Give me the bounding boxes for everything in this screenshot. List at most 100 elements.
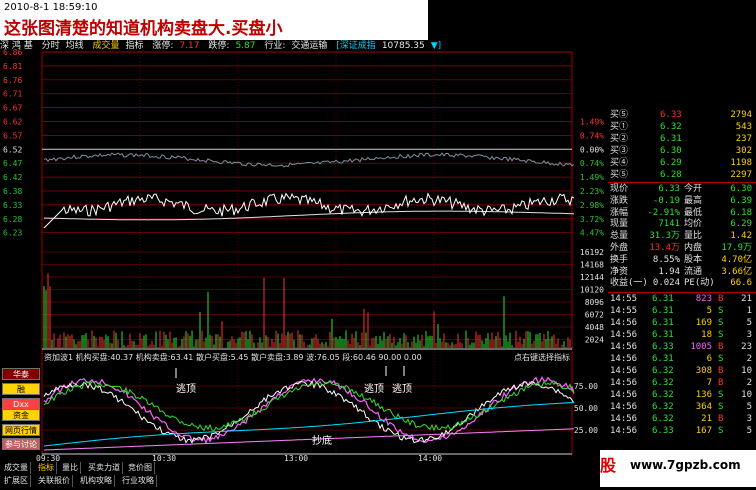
tick-volume: 308 — [695, 366, 712, 376]
bid-row[interactable]: 买④ 6.29 1198 — [608, 158, 756, 169]
bid-row[interactable]: 买⑤ 6.33 2794 — [608, 110, 756, 121]
tick-count: 1 — [746, 306, 752, 316]
avg-line-label[interactable]: 均线 — [66, 41, 84, 51]
bid-volume: 543 — [735, 122, 752, 132]
tick-count: 5 — [746, 318, 752, 328]
tick-time: 14:56 — [610, 354, 638, 364]
volume-label[interactable]: 成交量 — [93, 41, 120, 51]
time-axis-label: 13:00 — [284, 454, 308, 463]
percent-axis-label: 0.74% — [580, 159, 604, 168]
tick-volume: 136 — [695, 390, 712, 400]
tick-row[interactable]: 14:56 6.33 1005 B 23 — [608, 342, 756, 353]
bid-label: 买③ — [610, 146, 629, 156]
tick-row[interactable]: 14:56 6.33 167 S 5 — [608, 426, 756, 437]
volume-axis-label: 14168 — [580, 261, 604, 270]
tick-volume: 169 — [695, 318, 712, 328]
tick-row[interactable]: 14:56 6.32 308 B 10 — [608, 366, 756, 377]
volume-axis-label: 16192 — [580, 248, 604, 257]
sidebar-button-huatai[interactable]: 华泰 — [2, 368, 40, 380]
price-axis-label: 6.57 — [3, 131, 22, 140]
industry-value[interactable]: 交通运输 — [291, 41, 327, 51]
stat-value: 17.9万 — [721, 243, 752, 253]
tab-extension[interactable]: 扩展区 — [2, 475, 31, 487]
bid-row[interactable]: 买② 6.31 237 — [608, 134, 756, 145]
stat-value: 4.70亿 — [721, 254, 752, 265]
tab-volume[interactable]: 成交量 — [2, 462, 31, 474]
sidebar-button-margin[interactable]: 融 — [2, 383, 40, 395]
stat-row[interactable]: 涨跌 -0.19 最高 6.39 — [608, 196, 756, 207]
tick-time: 14:56 — [610, 426, 638, 436]
tick-volume: 7 — [706, 378, 712, 388]
tick-row[interactable]: 14:56 6.31 6 S 2 — [608, 354, 756, 365]
stat-row[interactable]: 涨幅 -2.91% 最低 6.18 — [608, 208, 756, 219]
price-axis-label: 6.76 — [3, 76, 22, 85]
percent-axis-label: 3.72% — [580, 215, 604, 224]
stat-label: 内盘 — [684, 243, 703, 253]
stat-value: 0.024 — [652, 278, 680, 289]
tick-direction: B — [718, 294, 724, 304]
tick-row[interactable]: 14:56 6.32 364 S 5 — [608, 402, 756, 413]
stat-value: -2.91% — [647, 207, 680, 218]
tick-direction: S — [718, 306, 724, 316]
bid-row[interactable]: 买① 6.32 543 — [608, 122, 756, 133]
tick-direction: S — [718, 354, 724, 364]
index-name[interactable]: [深证成指 — [336, 41, 376, 51]
sidebar-button-web-quote[interactable]: 网页行情 — [2, 424, 40, 436]
indicator-item: 机构买盘:40.37 — [75, 353, 134, 362]
stat-row[interactable]: 净资 1.94 流通 3.66亿 — [608, 267, 756, 278]
tick-direction: B — [718, 366, 724, 376]
tick-count: 5 — [746, 402, 752, 412]
stat-row[interactable]: 外盘 13.4万 内盘 17.9万 — [608, 243, 756, 254]
tab-industry-guide[interactable]: 行业攻略 — [120, 475, 157, 487]
tick-time: 14:55 — [610, 294, 638, 304]
tick-time: 14:56 — [610, 342, 638, 352]
tick-row[interactable]: 14:55 6.31 5 S 1 — [608, 306, 756, 317]
stat-row[interactable]: 总量 31.3万 量比 1.42 — [608, 231, 756, 242]
tick-direction: B — [718, 342, 724, 352]
tick-volume: 5 — [706, 306, 712, 316]
limit-up-label: 涨停: — [152, 41, 174, 51]
tab-buy-sell-force[interactable]: 买卖力道 — [86, 462, 123, 474]
tick-count: 2 — [746, 378, 752, 388]
tick-row[interactable]: 14:56 6.31 169 S 5 — [608, 318, 756, 329]
tab-institution-guide[interactable]: 机构攻略 — [78, 475, 115, 487]
stat-value: 6.30 — [730, 184, 752, 194]
tick-row[interactable]: 14:56 6.31 18 S 3 — [608, 330, 756, 341]
tick-volume: 1005 — [690, 342, 712, 352]
stat-label: 今开 — [684, 184, 703, 194]
stat-row[interactable]: 现价 6.33 今开 6.30 — [608, 184, 756, 195]
tick-direction: S — [718, 426, 724, 436]
stat-label: 外盘 — [610, 243, 629, 253]
stat-value: 31.3万 — [649, 231, 680, 242]
tab-auction[interactable]: 竞价图 — [126, 462, 155, 474]
stat-label: 最高 — [684, 195, 703, 206]
tick-direction: S — [718, 330, 724, 340]
indicator-label[interactable]: 指标 — [126, 41, 144, 51]
percent-axis-label: 1.49% — [580, 118, 604, 127]
bid-row[interactable]: 买③ 6.30 302 — [608, 146, 756, 157]
sidebar-button-funds[interactable]: 资金 — [2, 409, 40, 421]
stat-row[interactable]: 换手 8.55% 股本 4.70亿 — [608, 255, 756, 266]
stat-row[interactable]: 收益(一) 0.024 PE(动) 66.6 — [608, 278, 756, 289]
view-mode[interactable]: 分时 — [42, 41, 60, 51]
stat-row[interactable]: 现量 7141 均价 6.29 — [608, 219, 756, 230]
tick-row[interactable]: 14:55 6.31 823 B 21 — [608, 294, 756, 305]
indicator-name[interactable]: 资加波1 — [44, 353, 73, 362]
sidebar-button-discuss[interactable]: 参与讨论 — [2, 438, 40, 450]
stat-label: 涨幅 — [610, 207, 629, 218]
tab-indicator[interactable]: 指标 — [36, 462, 57, 474]
tab-volume-ratio[interactable]: 量比 — [60, 462, 81, 474]
tick-price: 6.32 — [652, 366, 674, 376]
indicator-title-bar: 资加波1 机构买盘:40.37 机构卖盘:63.41 散户买盘:5.45 散户卖… — [44, 353, 570, 363]
bid-row[interactable]: 买⑤ 6.28 2297 — [608, 170, 756, 181]
indicator-item: 90.00 — [378, 353, 402, 362]
bid-volume: 237 — [735, 134, 752, 144]
tab-related-quote[interactable]: 关联报价 — [36, 475, 73, 487]
tick-count: 10 — [741, 390, 752, 400]
tick-row[interactable]: 14:56 6.32 21 B 3 — [608, 414, 756, 425]
tick-direction: S — [718, 402, 724, 412]
tick-row[interactable]: 14:56 6.32 136 S 10 — [608, 390, 756, 401]
bid-price: 6.32 — [660, 122, 682, 132]
tick-row[interactable]: 14:56 6.32 7 B 2 — [608, 378, 756, 389]
percent-axis-label: 0.00% — [580, 145, 604, 154]
